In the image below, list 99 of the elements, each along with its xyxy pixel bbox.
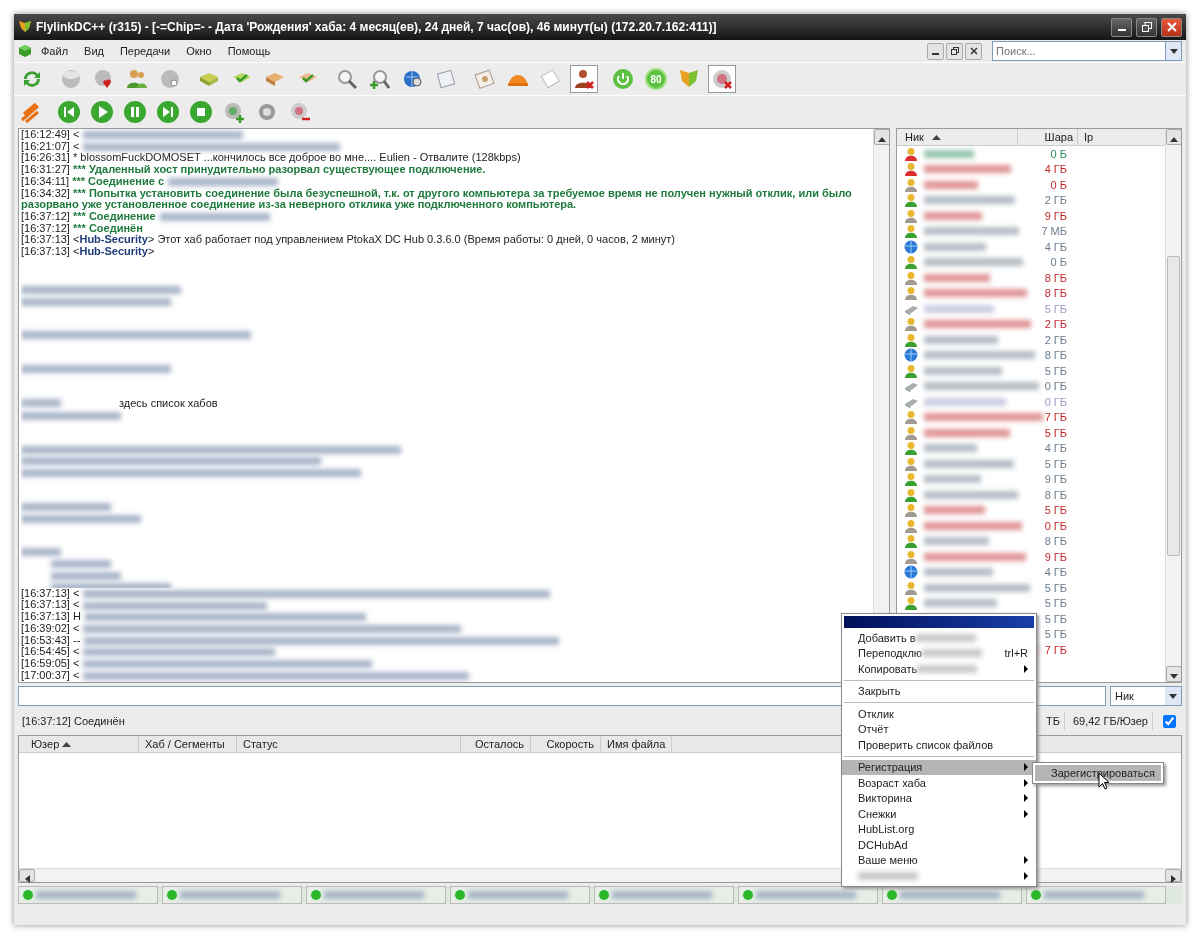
- share-size: 4 ГБ: [1044, 162, 1068, 177]
- column-header[interactable]: Осталось: [461, 735, 531, 753]
- column-header[interactable]: Юзер: [19, 735, 139, 753]
- share-size: 9 ГБ: [1044, 549, 1068, 565]
- chat-message: [16:37:13] <Hub-Security> Этот хаб работает под управлением PtokaX DC Hub 0.3.6.0 (Время работы: 0 дней, 0 часов, 2 минут): [21, 234, 676, 247]
- share-size: 5 ГБ: [1044, 301, 1068, 317]
- system-message: *** Соединение: [73, 209, 156, 222]
- menu-item[interactable]: Окно: [179, 40, 219, 62]
- share-size: 9 ГБ: [1044, 472, 1068, 487]
- chat-message: <: [73, 668, 80, 681]
- menu-item[interactable]: Проверить список файлов: [842, 737, 1036, 753]
- search-field[interactable]: Поиск...: [992, 41, 1165, 61]
- share-size: 0 ГБ: [1044, 379, 1068, 394]
- column-header[interactable]: Имя файла: [601, 735, 673, 753]
- share-size: 0 ГБ: [1044, 394, 1068, 410]
- share-size: 8 ГБ: [1044, 348, 1068, 363]
- filter-dropdown[interactable]: Ник: [1110, 686, 1182, 706]
- menu-item[interactable]: Переподклю trl+R: [842, 645, 1036, 661]
- timestamp: [16:54:45]: [21, 645, 71, 658]
- column-header[interactable]: Шара: [1017, 129, 1077, 146]
- share-size: 8 ГБ: [1044, 286, 1068, 301]
- share-size: 5 ГБ: [1044, 611, 1068, 627]
- column-header[interactable]: Скорость: [531, 735, 601, 753]
- filter-value: Ник: [1114, 688, 1135, 704]
- share-size: 0 Б: [1050, 177, 1068, 193]
- menu-item[interactable]: Помощь: [220, 40, 278, 62]
- menu-item[interactable]: DCHubAd: [842, 837, 1036, 853]
- timestamp: [16:53:43]: [21, 633, 71, 646]
- share-size: 5 ГБ: [1044, 363, 1068, 379]
- share-size: 8 ГБ: [1044, 534, 1068, 549]
- share-size: 4 ГБ: [1044, 441, 1068, 456]
- chat-message: <: [73, 139, 80, 152]
- menu-item[interactable]: Зарегистрироваться: [1035, 765, 1161, 781]
- menu-item[interactable]: HubList.org: [842, 821, 1036, 837]
- system-message: [16:37:12] *** Соединён: [21, 222, 143, 235]
- share-size: 2 ГБ: [1044, 332, 1068, 348]
- menu-item[interactable]: Закрыть: [842, 683, 1036, 699]
- share-size: 5 ГБ: [1044, 627, 1068, 642]
- menu-item[interactable]: Копировать: [842, 661, 1036, 677]
- chat-message: --: [73, 633, 81, 646]
- timestamp: [16:21:07]: [21, 139, 71, 152]
- timestamp: [16:59:05]: [21, 656, 71, 669]
- share-size: 0 Б: [1050, 146, 1068, 162]
- timestamp: [16:37:13]: [21, 586, 71, 599]
- share-size: 7 ГБ: [1044, 410, 1068, 425]
- total-share: ТБ: [1041, 712, 1065, 730]
- chat-message: <: [73, 645, 80, 658]
- chat-message: <: [73, 656, 80, 669]
- system-message: [16:34:32] *** Попытка установить соединение была безуспешной, т.к. от другого компьютера за требуемое время не получен нужный отклик, или было разорвано уже установленное соединение из-за неверного отклика уже подключенного компьютера.: [21, 187, 853, 211]
- timestamp: [16:37:13]: [21, 610, 71, 623]
- menu-item[interactable]: Возраст хаба: [842, 775, 1036, 791]
- share-size: 8 ГБ: [1044, 487, 1068, 503]
- menu-item[interactable]: Файл: [34, 40, 76, 62]
- timestamp: [17:00:37]: [21, 668, 71, 681]
- share-size: 8 ГБ: [1044, 270, 1068, 286]
- menu-item[interactable]: Вид: [77, 40, 111, 62]
- share-size: 4 ГБ: [1044, 239, 1068, 255]
- menu-item[interactable]: Передачи: [112, 40, 178, 62]
- timestamp: [16:12:49]: [21, 129, 71, 140]
- share-size: 5 ГБ: [1044, 596, 1068, 611]
- menu-item[interactable]: Регистрация: [842, 759, 1036, 775]
- share-size: 5 ГБ: [1044, 425, 1068, 441]
- menu-item[interactable]: Ваше меню: [842, 852, 1036, 868]
- share-size: 9 ГБ: [1044, 208, 1068, 224]
- menu-item[interactable]: Снежки: [842, 806, 1036, 822]
- menu-item[interactable]: Добавить в: [842, 630, 1036, 646]
- chat-message: [16:26:31] * blossomFuckDOMOSET ...кончилось все доброе во мне.... Eulien - Отвалите (128kbps): [21, 152, 522, 165]
- share-size: 2 ГБ: [1044, 193, 1068, 208]
- system-message: [16:31:27] *** Удаленный хост принудительно разорвал существующее подключение.: [21, 164, 487, 176]
- chat-message: <: [73, 598, 80, 611]
- menu-item[interactable]: Отклик: [842, 706, 1036, 722]
- chat-message: <: [73, 586, 80, 599]
- share-size: 5 ГБ: [1044, 503, 1068, 518]
- timestamp: [16:39:02]: [21, 621, 71, 634]
- status-message: [16:37:12] Соединён: [21, 713, 126, 729]
- chat-text: здесь список хабов: [119, 397, 218, 410]
- timestamp: [16:37:12]: [21, 209, 70, 222]
- timestamp: [16:37:13]: [21, 598, 71, 611]
- share-size: 0 ГБ: [1044, 518, 1068, 534]
- chat-message: H: [73, 610, 81, 623]
- menu-item[interactable]: Отчёт: [842, 721, 1036, 737]
- share-size: 0 Б: [1050, 255, 1068, 270]
- chat-message: [16:37:13] <Hub-Security>: [21, 246, 156, 258]
- share-size: 5 ГБ: [1044, 456, 1068, 472]
- share-size: 4 ГБ: [1044, 565, 1068, 580]
- timestamp: [16:34:11]: [21, 174, 71, 187]
- column-header[interactable]: Ник: [897, 129, 1017, 146]
- chat-message: <: [73, 621, 80, 634]
- column-header[interactable]: Хаб / Сегменты: [139, 735, 237, 753]
- share-size: 5 ГБ: [1044, 580, 1068, 596]
- system-message: *** Соединение с: [72, 174, 165, 187]
- chat-message: <: [73, 129, 80, 140]
- window-title: FlylinkDC++ (r315) - [-=Chip=- - Дата 'Рождения' хаба: 4 месяц(ев), 24 дней, 7 час(ов), 46 минут(ы) (172.20.7.162:411)]: [36, 19, 717, 36]
- menu-item[interactable]: Викторина: [842, 790, 1036, 806]
- share-size: 2 ГБ: [1044, 317, 1068, 332]
- average-share: 69,42 ГБ/Юзер: [1068, 712, 1153, 730]
- share-size: 7 МБ: [1041, 224, 1068, 239]
- share-size: 7 ГБ: [1044, 642, 1068, 658]
- column-header[interactable]: Статус: [237, 735, 461, 753]
